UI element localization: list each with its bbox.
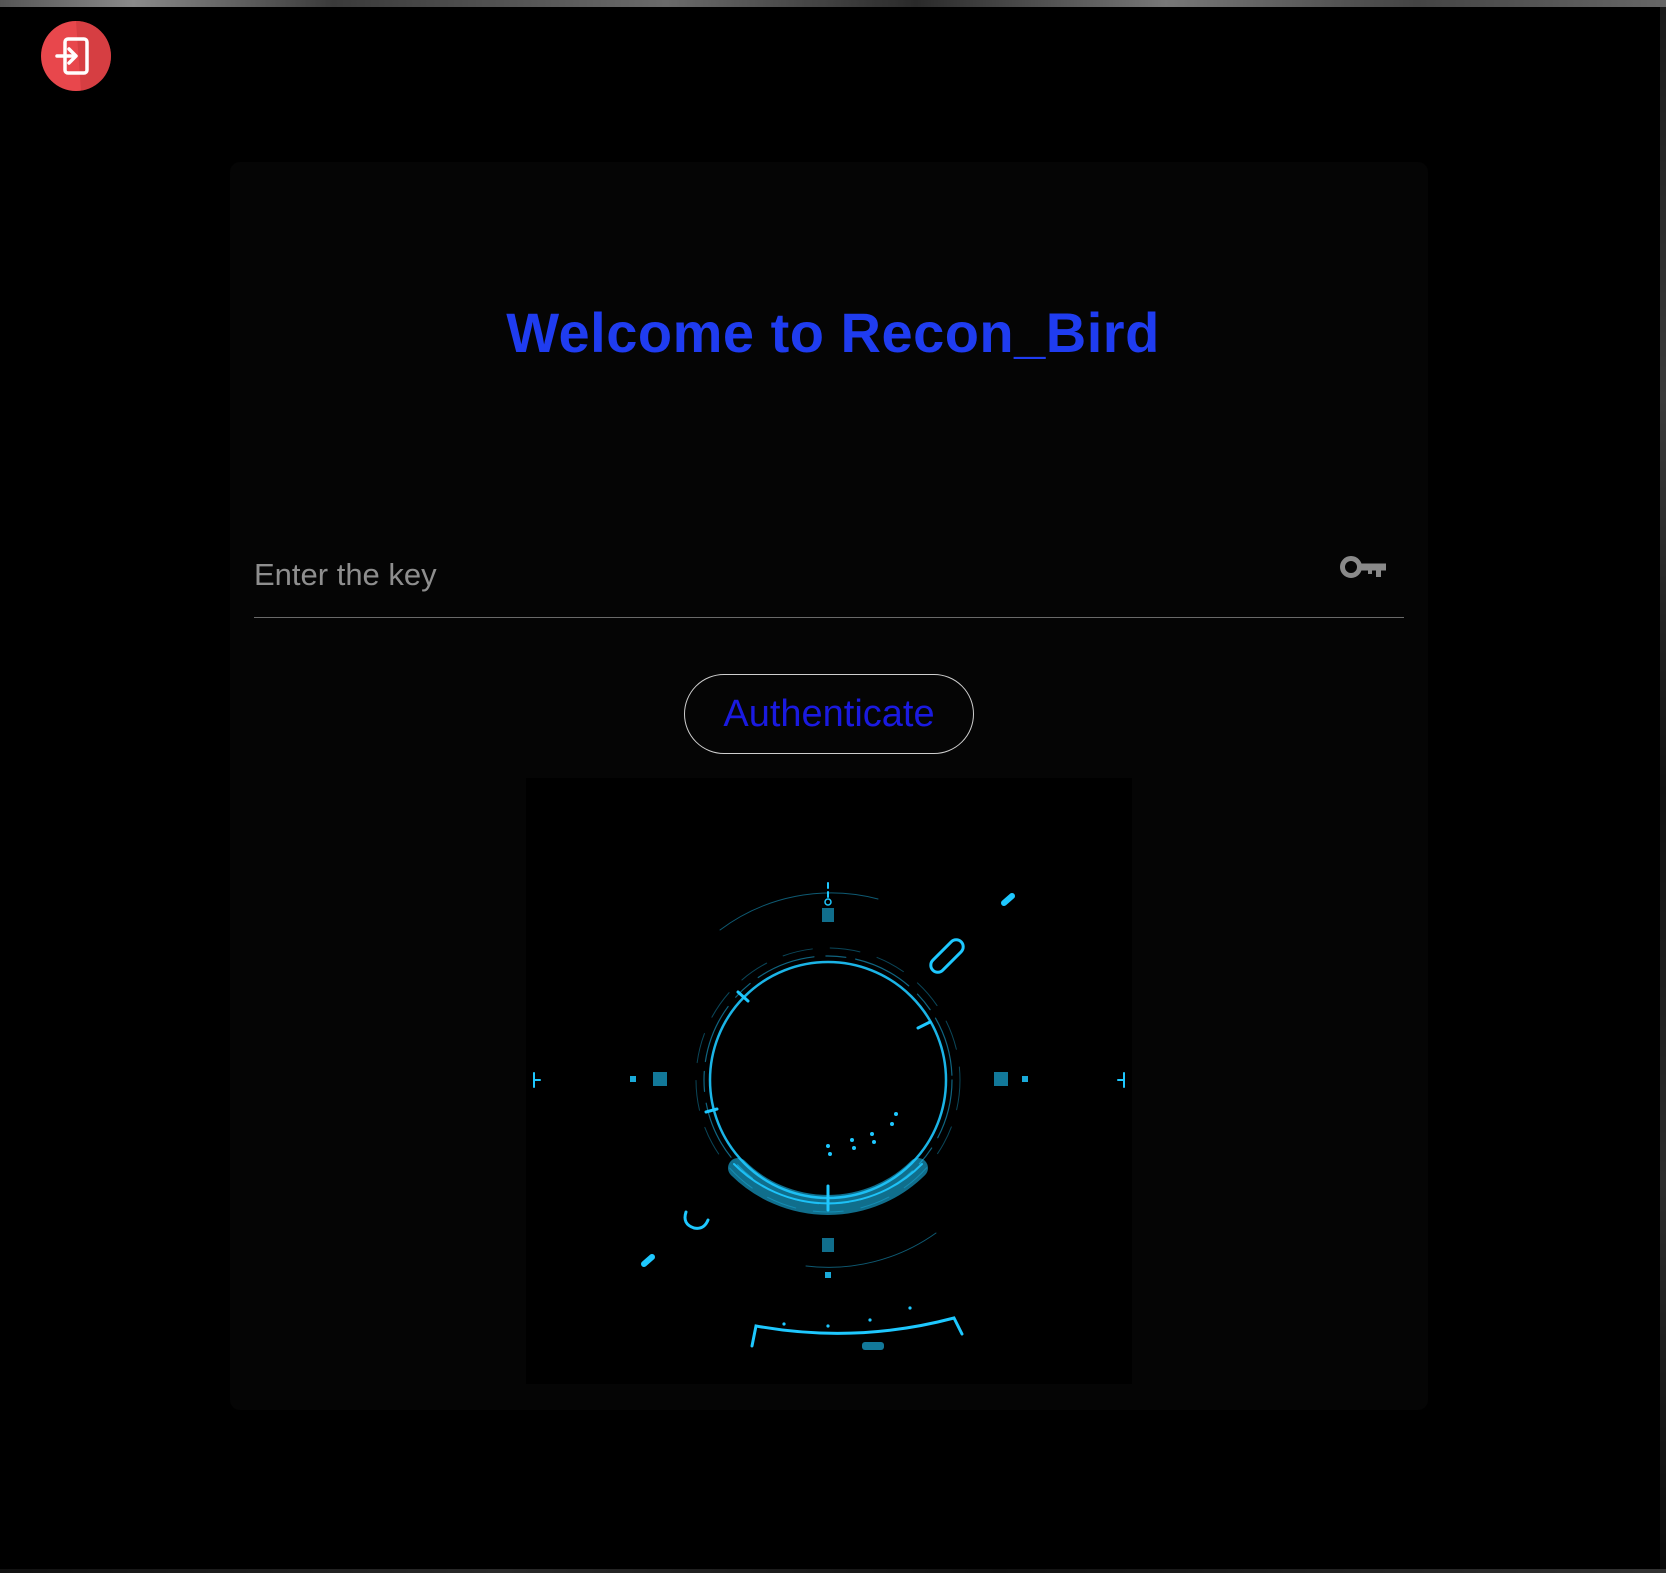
window-scrollbar[interactable]: [1660, 7, 1666, 1573]
key-input[interactable]: [254, 540, 1314, 610]
exit-to-app-icon: [55, 21, 111, 91]
exit-button[interactable]: [41, 21, 111, 91]
page-title: Welcome to Recon_Bird: [506, 301, 1160, 364]
authenticate-button[interactable]: Authenticate: [684, 674, 974, 754]
hud-radar-graphic: [533, 882, 1125, 1350]
key-field: [254, 540, 1404, 618]
app-window: Welcome to Recon_Bird Authenticate: [0, 0, 1666, 1573]
hud-animation: [526, 778, 1132, 1384]
vpn-key-icon: [1340, 556, 1386, 578]
window-top-edge: [0, 0, 1666, 7]
window-bottom-edge: [0, 1569, 1666, 1573]
